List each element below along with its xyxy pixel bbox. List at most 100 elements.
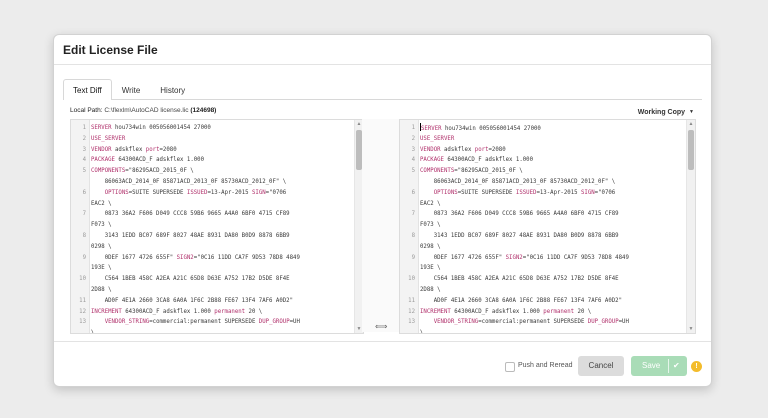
code-line: 9 0DEF 1677 4726 655F" SIGN2="0C16 11DD … bbox=[71, 253, 353, 264]
line-code: 0DEF 1677 4726 655F" SIGN2="0C16 11DD CA… bbox=[86, 253, 353, 264]
line-code: INCREMENT 64300ACD_F adskflex 1.000 perm… bbox=[415, 307, 685, 318]
code-keyword: OPTIONS bbox=[104, 189, 129, 196]
code-line: 86063ACD_2014_0F 85871ACD_2013_0F 85730A… bbox=[71, 177, 353, 188]
dialog-title: Edit License File bbox=[63, 43, 158, 57]
push-reread-checkbox[interactable] bbox=[505, 362, 515, 372]
code-text: C564 1BEB 458C A2EA A21C 65D8 D63E A752 … bbox=[91, 276, 290, 283]
code-text: =13-Apr-2015 bbox=[536, 189, 581, 196]
line-number bbox=[71, 220, 86, 231]
line-number: 5 bbox=[411, 168, 415, 175]
caret-down-icon: ▼ bbox=[689, 109, 694, 115]
code-line: 10 C564 1BEB 458C A2EA A21C 65D8 D63E A7… bbox=[71, 274, 353, 285]
scroll-up-icon[interactable]: ▲ bbox=[687, 120, 695, 128]
line-number: 9 bbox=[411, 254, 415, 261]
line-number: 8 bbox=[411, 232, 415, 239]
line-code: SERVER hou734win 005056001454 27000 bbox=[415, 123, 685, 134]
line-number bbox=[71, 328, 86, 333]
code-text: 64300ACD_F adskflex 1.000 bbox=[114, 157, 205, 164]
code-keyword: VENDOR bbox=[420, 146, 441, 153]
code-text: =commercial:permanent SUPERSEDE bbox=[478, 319, 588, 326]
merge-arrows-icon[interactable]: ⇐⇒ bbox=[375, 322, 387, 331]
code-text: =SUITE SUPERSEDE bbox=[457, 189, 516, 196]
right-scrollbar[interactable]: ▲ ▼ bbox=[686, 120, 695, 333]
line-number: 12 bbox=[408, 308, 415, 315]
code-text: 0873 36A2 F606 D049 CCC8 59B6 9665 A4A0 … bbox=[91, 211, 290, 218]
line-number: 10 bbox=[408, 276, 415, 283]
line-number: 4 bbox=[82, 157, 86, 164]
line-number: 11 bbox=[79, 297, 86, 304]
line-code: 3143 1EDD BC07 689F 8027 48AE 8931 DA80 … bbox=[415, 231, 685, 242]
code-line: 11 AD0F 4E1A 2660 3CA8 6A0A 1F6C 2B88 FE… bbox=[71, 296, 353, 307]
code-text: 20 \ bbox=[245, 308, 263, 315]
code-keyword: DUP_GROUP bbox=[587, 319, 619, 326]
code-text: 20 \ bbox=[574, 308, 592, 315]
line-code: COMPONENTS="86295ACD_2015_0F \ bbox=[86, 166, 353, 177]
warning-icon[interactable]: ! bbox=[691, 361, 702, 372]
version-select[interactable]: Working Copy ▼ bbox=[638, 109, 694, 116]
scroll-thumb[interactable] bbox=[688, 130, 694, 170]
diff-lines-right: 1 SERVER hou734win 005056001454 27000 2 USE… bbox=[400, 123, 685, 333]
line-code: SERVER hou734win 005056001454 27000 bbox=[86, 123, 353, 134]
code-line: 4 PACKAGE 64300ACD_F adskflex 1.000 bbox=[71, 155, 353, 166]
code-line: 7 0873 36A2 F606 D049 CCC8 59B6 9665 A4A… bbox=[400, 209, 685, 220]
code-line: \ bbox=[400, 328, 685, 333]
line-code: 193E \ bbox=[415, 263, 685, 274]
tab-write[interactable]: Write bbox=[112, 79, 151, 100]
line-code: 86063ACD_2014_0F 85871ACD_2013_0F 85730A… bbox=[415, 177, 685, 188]
save-button[interactable]: Save ✔ bbox=[631, 356, 687, 376]
code-text: 0873 36A2 F606 D049 CCC8 59B6 9665 A4A0 … bbox=[420, 211, 619, 218]
code-line: 2D88 \ bbox=[400, 285, 685, 296]
code-keyword: ISSUED bbox=[515, 189, 537, 196]
code-text: EAC2 \ bbox=[420, 200, 441, 207]
line-code: 0298 \ bbox=[86, 242, 353, 253]
code-text: ="0C16 11DD CA7F 9D53 78D8 4849 bbox=[522, 254, 629, 261]
line-code: INCREMENT 64300ACD_F adskflex 1.000 perm… bbox=[86, 307, 353, 318]
line-number: 2 bbox=[82, 135, 86, 142]
line-code: OPTIONS=SUITE SUPERSEDE ISSUED=13-Apr-20… bbox=[415, 188, 685, 199]
line-code: F073 \ bbox=[415, 220, 685, 231]
line-code: USE_SERVER bbox=[415, 134, 685, 145]
code-keyword: VENDOR_STRING bbox=[433, 319, 479, 326]
code-text: 86063ACD_2014_0F 85871ACD_2013_0F 85730A… bbox=[420, 178, 616, 185]
line-number bbox=[400, 220, 415, 231]
code-text: hou734win 005056001454 27000 bbox=[111, 125, 211, 131]
code-line: F073 \ bbox=[400, 220, 685, 231]
code-line: 5 COMPONENTS="86295ACD_2015_0F \ bbox=[400, 166, 685, 177]
code-text: =SUITE SUPERSEDE bbox=[128, 189, 187, 196]
code-text: 86063ACD_2014_0F 85871ACD_2013_0F 85730A… bbox=[91, 178, 287, 185]
code-keyword: COMPONENTS bbox=[420, 168, 455, 175]
diff-pane-left[interactable]: 1 SERVER hou734win 005056001454 27000 2 USE… bbox=[70, 119, 364, 334]
code-text: =UH bbox=[289, 319, 300, 326]
local-path-label: Local Path: bbox=[70, 107, 103, 114]
tab-text-diff[interactable]: Text Diff bbox=[63, 79, 112, 100]
local-path-count: (124698) bbox=[190, 107, 217, 114]
code-text: AD0F 4E1A 2660 3CA8 6A0A 1F6C 2B88 FE67 … bbox=[420, 297, 623, 304]
cancel-button[interactable]: Cancel bbox=[578, 356, 624, 376]
code-line: F073 \ bbox=[71, 220, 353, 231]
line-code: 2D88 \ bbox=[86, 285, 353, 296]
code-keyword: INCREMENT bbox=[91, 308, 122, 315]
line-number bbox=[71, 263, 86, 274]
code-text: F073 \ bbox=[91, 222, 112, 229]
code-text: 0DEF 1677 4726 655F" bbox=[91, 254, 177, 261]
tab-bar: Text Diff Write History bbox=[63, 79, 195, 100]
line-code: 3143 1EDD BC07 689F 8027 48AE 8931 DA80 … bbox=[86, 231, 353, 242]
line-number: 13 bbox=[408, 319, 415, 326]
scroll-down-icon[interactable]: ▼ bbox=[687, 325, 695, 333]
code-text: AD0F 4E1A 2660 3CA8 6A0A 1F6C 2B88 FE67 … bbox=[91, 297, 294, 304]
code-line: 12 INCREMENT 64300ACD_F adskflex 1.000 pe… bbox=[71, 307, 353, 318]
code-keyword: SERVER bbox=[421, 126, 442, 132]
line-number: 11 bbox=[408, 297, 415, 304]
line-code: EAC2 \ bbox=[415, 199, 685, 210]
code-text: adskflex bbox=[440, 146, 475, 153]
diff-pane-right[interactable]: 1 SERVER hou734win 005056001454 27000 2 USE… bbox=[399, 119, 696, 334]
tab-history[interactable]: History bbox=[150, 79, 195, 100]
code-text: ="86295ACD_2015_0F \ bbox=[125, 168, 194, 175]
line-number: 8 bbox=[82, 232, 86, 239]
line-code: PACKAGE 64300ACD_F adskflex 1.000 bbox=[86, 155, 353, 166]
edit-license-dialog: Edit License File Text Diff Write Histor… bbox=[53, 34, 712, 387]
code-line: 9 0DEF 1677 4726 655F" SIGN2="0C16 11DD … bbox=[400, 253, 685, 264]
